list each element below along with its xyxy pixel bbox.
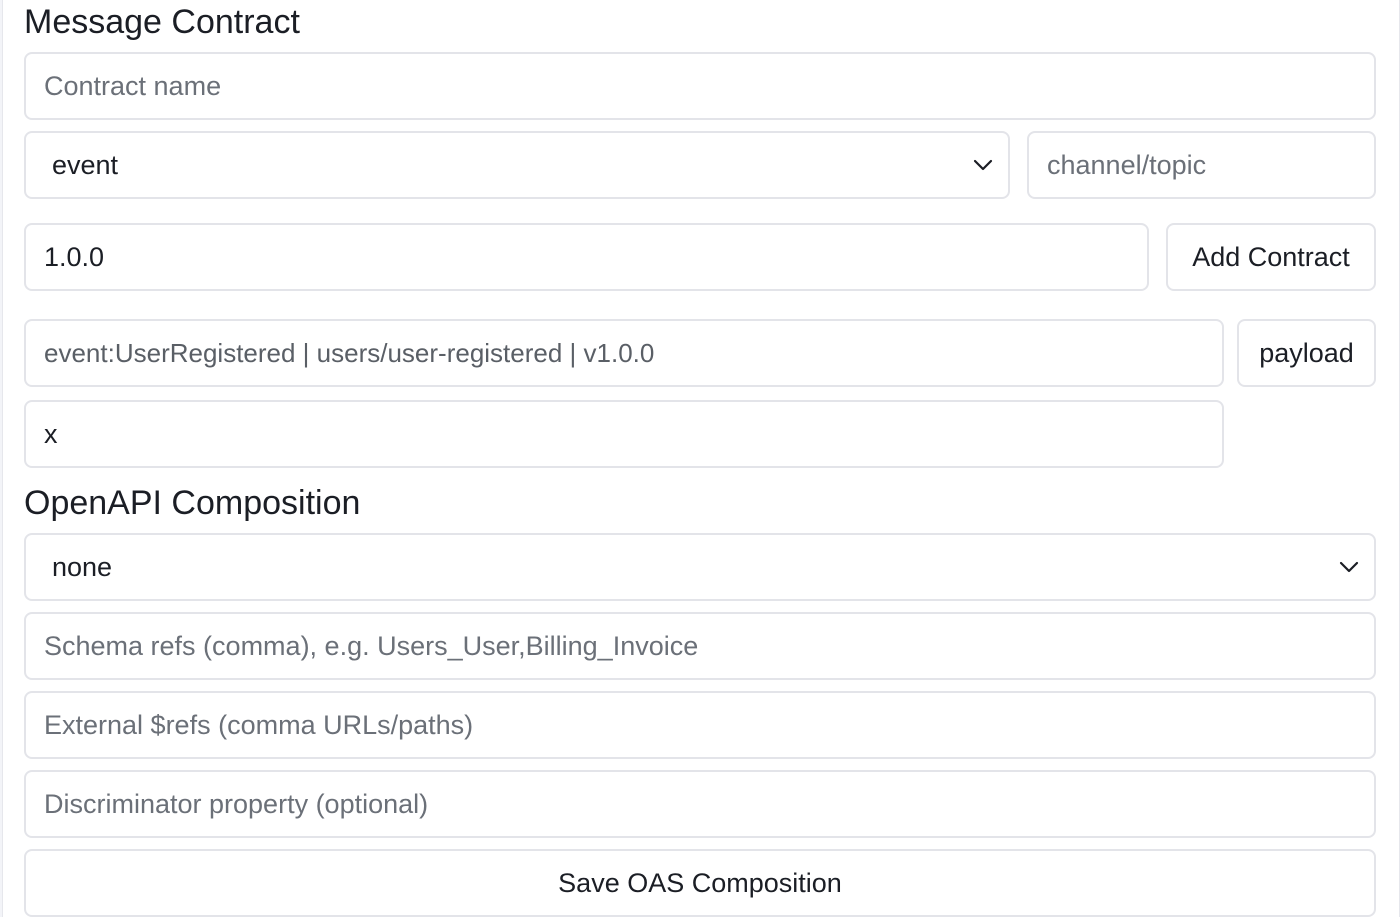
- discriminator-input[interactable]: Discriminator property (optional): [24, 770, 1376, 838]
- openapi-composition-heading: OpenAPI Composition: [24, 484, 361, 522]
- contract-name-input[interactable]: Contract name: [24, 52, 1376, 120]
- external-refs-input[interactable]: External $refs (comma URLs/paths): [24, 691, 1376, 759]
- payload-button[interactable]: payload: [1237, 319, 1376, 387]
- chevron-down-icon: [972, 154, 994, 176]
- contract-list-item[interactable]: event:UserRegistered | users/user-regist…: [24, 319, 1224, 387]
- channel-topic-input[interactable]: channel/topic: [1027, 131, 1376, 199]
- contract-delete-input[interactable]: x: [24, 400, 1224, 468]
- composition-mode-value: none: [52, 551, 113, 582]
- version-input[interactable]: 1.0.0: [24, 223, 1149, 291]
- message-contract-heading: Message Contract: [24, 3, 300, 41]
- contract-kind-select[interactable]: event: [24, 131, 1010, 199]
- contract-kind-value: event: [52, 149, 119, 180]
- save-oas-composition-button[interactable]: Save OAS Composition: [24, 849, 1376, 917]
- chevron-down-icon: [1338, 556, 1360, 578]
- composition-mode-select[interactable]: none: [24, 533, 1376, 601]
- schema-refs-input[interactable]: Schema refs (comma), e.g. Users_User,Bil…: [24, 612, 1376, 680]
- add-contract-button[interactable]: Add Contract: [1166, 223, 1376, 291]
